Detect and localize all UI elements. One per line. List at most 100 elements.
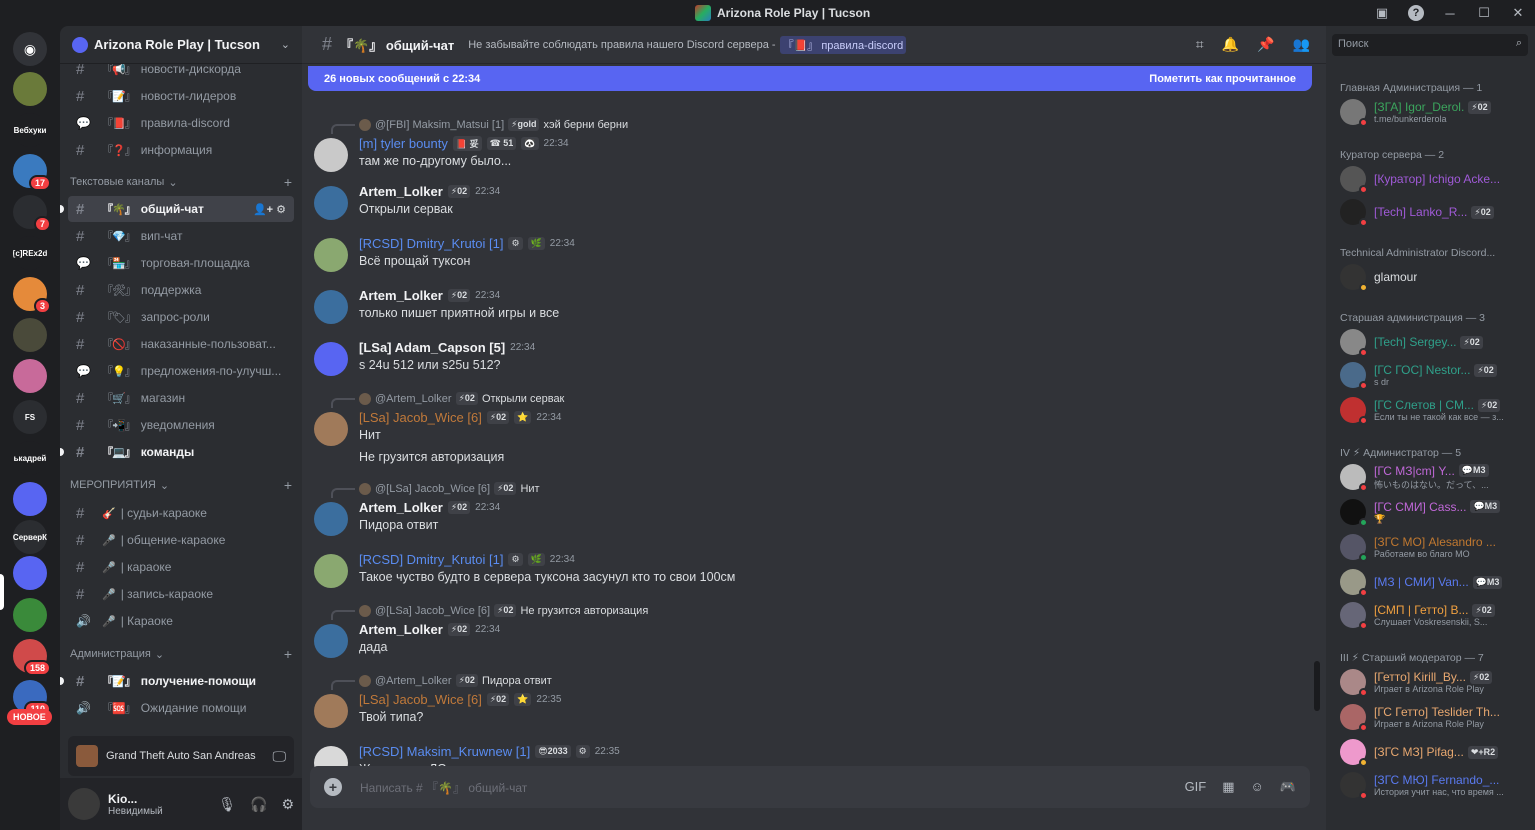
avatar[interactable] — [314, 412, 348, 446]
member-item[interactable]: [Гетто] Kirill_By... ⚡02 Играет в Arizona … — [1340, 666, 1530, 698]
maximize-button[interactable]: ☐ — [1467, 0, 1501, 26]
channel-settings-icon[interactable]: 👤+ ⚙ — [253, 203, 286, 216]
gif-icon[interactable]: GIF — [1185, 779, 1207, 795]
avatar[interactable] — [68, 788, 100, 820]
avatar[interactable] — [314, 624, 348, 658]
reply-username[interactable]: @[LSa] Jacob_Wice [6] — [375, 605, 490, 617]
member-item[interactable]: glamour — [1340, 261, 1530, 293]
avatar[interactable] — [314, 238, 348, 272]
reply-username[interactable]: @Artem_Lolker — [375, 675, 452, 687]
avatar[interactable] — [314, 554, 348, 588]
message-composer[interactable]: + Написать # 『🌴』 общий-чат GIF ▦ ☺ 🎮 — [310, 766, 1310, 808]
message-username[interactable]: [LSa] Jacob_Wice [6] — [359, 410, 482, 425]
channel-item[interactable]: # 🎸 | судьи-караоке — [68, 500, 294, 526]
channel-item[interactable]: # 🎤 | караоке — [68, 554, 294, 580]
headphones-icon[interactable]: 🎧 — [250, 796, 267, 813]
reply-preview[interactable]: @Artem_Lolker ⚡02 Открыли сервак — [359, 392, 564, 405]
channel-item[interactable]: 💬 『🏪』 торговая-площадка — [68, 250, 294, 276]
channel-item[interactable]: # 『📲』 уведомления — [68, 412, 294, 438]
message-username[interactable]: Artem_Lolker — [359, 184, 443, 199]
help-icon[interactable]: ? — [1399, 0, 1433, 26]
server-icon[interactable]: [c]REx2d — [13, 236, 47, 270]
channel-item[interactable]: # 『📝』 новости-лидеров — [68, 83, 294, 109]
avatar[interactable] — [314, 290, 348, 324]
message-username[interactable]: [RCSD] Dmitry_Krutoi [1] — [359, 552, 503, 567]
message-username[interactable]: Artem_Lolker — [359, 500, 443, 515]
channel-item[interactable]: 💬 『💡』 предложения-по-улучш... — [68, 358, 294, 384]
gear-icon[interactable]: ⚙ — [281, 796, 294, 813]
member-item[interactable]: [СМП | Гетто] В... ⚡02 Слушает Voskresensk… — [1340, 599, 1530, 631]
server-icon[interactable]: ькадрей — [13, 441, 47, 475]
avatar[interactable] — [314, 502, 348, 536]
close-button[interactable]: ✕ — [1501, 0, 1535, 26]
channel-item[interactable]: 🔊 🎤 | Караоке — [68, 608, 294, 634]
server-icon[interactable]: 17 — [13, 154, 51, 191]
message-username[interactable]: [RCSD] Dmitry_Krutoi [1] — [359, 236, 503, 251]
server-icon[interactable]: СерверК — [13, 520, 47, 554]
server-icon[interactable] — [13, 72, 47, 106]
member-item[interactable]: [Куратор] Ichigo Acke... — [1340, 163, 1530, 195]
channel-category[interactable]: Администрация ⌄ + — [70, 646, 292, 662]
member-item[interactable]: [ЗГС МО] Alesandro ... Работаем во благо … — [1340, 531, 1530, 563]
server-header[interactable]: Arizona Role Play | Tucson ⌄ — [60, 26, 302, 64]
server-icon[interactable] — [13, 482, 47, 516]
activity-screen-icon[interactable]: 🖵 — [273, 748, 287, 765]
minimize-button[interactable]: ─ — [1433, 0, 1467, 26]
channel-item[interactable]: # 『🚫』 наказанные-пользоват... — [68, 331, 294, 357]
member-item[interactable]: [ЗГА] Igor_Derol. ⚡02 t.me/bunkerderola — [1340, 96, 1530, 128]
message-username[interactable]: [m] tyler bounty — [359, 136, 448, 151]
server-icon[interactable] — [13, 359, 47, 393]
reply-preview[interactable]: @Artem_Lolker ⚡02 Пидора отвит — [359, 674, 552, 687]
mark-read-button[interactable]: Пометить как прочитанное — [1149, 73, 1296, 85]
topic-channel-link[interactable]: 『📕』 правила-discord — [779, 35, 907, 54]
channel-item[interactable]: # 『🛠』 поддержка — [68, 277, 294, 303]
avatar[interactable] — [314, 694, 348, 728]
server-icon[interactable] — [13, 556, 47, 590]
avatar[interactable] — [314, 342, 348, 376]
channel-item[interactable]: # 『❓』 информация — [68, 137, 294, 163]
message-username[interactable]: [LSa] Jacob_Wice [6] — [359, 692, 482, 707]
search-input[interactable]: Поиск ⌕ — [1332, 34, 1528, 56]
member-item[interactable]: [ГС МЗ|cm] Y... 💬M3 怖いものはない。だって、... — [1340, 461, 1530, 493]
channel-item[interactable]: # 『🌴』 общий-чат 👤+ ⚙ — [60, 196, 294, 222]
server-icon[interactable]: 3 — [13, 277, 51, 314]
server-icon[interactable]: Вебхуки — [13, 113, 47, 147]
reply-preview[interactable]: @[FBI] Maksim_Matsui [1] ⚡gold хэй берни б… — [359, 118, 628, 131]
message-username[interactable]: [RCSD] Maksim_Kruwnew [1] — [359, 744, 530, 759]
channel-item[interactable]: 💬 『📕』 правила-discord — [68, 110, 294, 136]
channel-item[interactable]: # 🎤 | запись-караоке — [68, 581, 294, 607]
avatar[interactable] — [314, 138, 348, 172]
channel-item[interactable]: # 『📝』 получение-помощи — [60, 668, 294, 694]
discord-home-icon[interactable]: ◉ — [13, 32, 47, 66]
member-item[interactable]: [ЗГС МЗ] Pifag... ❤+R2 — [1340, 736, 1530, 768]
scrollbar[interactable] — [1314, 661, 1320, 711]
message-username[interactable]: Artem_Lolker — [359, 288, 443, 303]
member-item[interactable]: [Tech] Lanko_R... ⚡02 — [1340, 196, 1530, 228]
add-channel-icon[interactable]: + — [284, 646, 292, 662]
sticker-icon[interactable]: ▦ — [1222, 779, 1234, 795]
member-item[interactable]: [Tech] Sergey... ⚡02 — [1340, 326, 1530, 358]
add-attachment-button[interactable]: + — [324, 778, 342, 796]
server-icon[interactable] — [13, 318, 47, 352]
channel-item[interactable]: # 『🛒』 магазин — [68, 385, 294, 411]
server-icon[interactable]: 158 — [13, 639, 51, 676]
channel-category[interactable]: МЕРОПРИЯТИЯ ⌄ + — [70, 477, 292, 493]
channel-category[interactable]: Текстовые каналы ⌄ + — [70, 174, 292, 190]
member-item[interactable]: [ГС Гетто] Teslider Th... Играет в Arizon… — [1340, 701, 1530, 733]
new-messages-banner[interactable]: 26 новых сообщений с 22:34 Пометить как … — [308, 66, 1312, 91]
member-item[interactable]: [МЗ | СМИ] Van... 💬M3 — [1340, 566, 1530, 598]
member-item[interactable]: [ГС Слетов | СМ... ⚡02 Если ты не такой ка… — [1340, 394, 1530, 426]
channel-item[interactable]: 🔊 『🆘』 Ожидание помощи — [68, 695, 294, 721]
server-icon[interactable]: FS — [13, 400, 47, 434]
add-channel-icon[interactable]: + — [284, 477, 292, 493]
channel-item[interactable]: # 『📢』 новости-дискорда — [68, 64, 294, 82]
microphone-icon[interactable]: 🎙 — [218, 796, 236, 813]
reply-username[interactable]: @Artem_Lolker — [375, 393, 452, 405]
member-item[interactable]: [ЗГС МЮ] Fernando_... История учит нас, ч… — [1340, 769, 1530, 801]
reply-preview[interactable]: @[LSa] Jacob_Wice [6] ⚡02 Не грузится авто… — [359, 604, 648, 617]
bell-icon[interactable]: 🔔 — [1222, 36, 1239, 53]
server-icon[interactable]: 7 — [13, 195, 51, 232]
avatar[interactable] — [314, 186, 348, 220]
member-item[interactable]: [ГС ГОС] Nestor... ⚡02 s dr — [1340, 359, 1530, 391]
reply-preview[interactable]: @[LSa] Jacob_Wice [6] ⚡02 Нит — [359, 482, 540, 495]
